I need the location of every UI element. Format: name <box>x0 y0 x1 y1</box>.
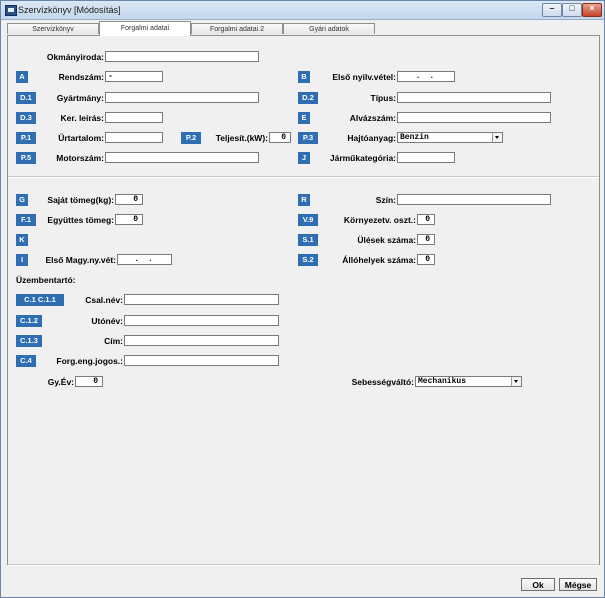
code-badge-v9: V.9 <box>298 214 318 226</box>
code-badge-b: B <box>298 71 310 83</box>
alvazszam-input[interactable] <box>397 112 551 123</box>
ulesek-input[interactable]: 0 <box>417 234 435 245</box>
code-badge-c13: C.1.3 <box>16 335 42 347</box>
section-divider <box>8 176 599 178</box>
code-badge-p5: P.5 <box>16 152 36 164</box>
title-bar[interactable]: Szervízkönyv [Módosítás] – □ × <box>1 1 604 20</box>
allohelyek-label: Állóhelyek száma: <box>342 255 416 265</box>
gy-ev-input[interactable]: 0 <box>75 376 103 387</box>
chevron-down-icon[interactable] <box>492 133 502 142</box>
code-badge-g: G <box>16 194 28 206</box>
forg-eng-input[interactable] <box>124 355 279 366</box>
code-badge-e: E <box>298 112 310 124</box>
code-badge-s1: S.1 <box>298 234 318 246</box>
motorszam-input[interactable] <box>105 152 259 163</box>
kornyezetv-input[interactable]: 0 <box>417 214 435 225</box>
ker-leiras-input[interactable] <box>105 112 163 123</box>
tab-forgalmi-adatai-2[interactable]: Forgalmi adatai 2 <box>191 23 283 34</box>
code-badge-r: R <box>298 194 310 206</box>
code-badge-c4: C.4 <box>16 355 36 367</box>
window-title: Szervízkönyv [Módosítás] <box>18 5 121 15</box>
utonev-input[interactable] <box>124 315 279 326</box>
elso-magy-label: Első Magy.ny.vét: <box>45 255 116 265</box>
utonev-label: Utónév: <box>91 316 123 326</box>
cancel-button[interactable]: Mégse <box>559 578 597 591</box>
hajtoanyag-value: Benzin <box>400 133 429 142</box>
rendszam-label: Rendszám: <box>58 72 104 82</box>
egyuttes-tomeg-label: Együttes tömeg: <box>47 215 114 225</box>
sajat-tomeg-label: Saját tömeg(kg): <box>47 195 114 205</box>
chevron-down-icon[interactable] <box>511 377 521 386</box>
sebessegvalto-select[interactable]: Mechanikus <box>415 376 522 387</box>
sajat-tomeg-input[interactable]: 0 <box>115 194 143 205</box>
code-badge-k: K <box>16 234 28 246</box>
motorszam-label: Motorszám: <box>56 153 104 163</box>
cim-label: Cím: <box>104 336 123 346</box>
close-icon: × <box>589 3 595 13</box>
code-badge-c12: C.1.2 <box>16 315 42 327</box>
code-badge-s2: S.2 <box>298 254 318 266</box>
teljesitmeny-label: Teljesít.(kW): <box>215 133 268 143</box>
tipus-input[interactable] <box>397 92 551 103</box>
ulesek-label: Ülések száma: <box>357 235 416 245</box>
kornyezetv-label: Környezetv. oszt.: <box>343 215 416 225</box>
app-icon <box>5 5 17 16</box>
alvazszam-label: Alvázszám: <box>349 113 396 123</box>
tab-forgalmi-adatai[interactable]: Forgalmi adatai <box>99 21 191 36</box>
jarmukategoria-label: Járműkategória: <box>329 153 396 163</box>
szin-label: Szín: <box>375 195 396 205</box>
urtartalom-input[interactable] <box>105 132 163 143</box>
csal-nev-input[interactable] <box>124 294 279 305</box>
minimize-button[interactable]: – <box>542 3 562 17</box>
code-badge-p1: P.1 <box>16 132 36 144</box>
tab-gyari-adatok[interactable]: Gyári adatok <box>283 23 375 34</box>
main-window: Szervízkönyv [Módosítás] – □ × Szervízkö… <box>0 0 605 598</box>
close-button[interactable]: × <box>582 3 602 17</box>
hajtoanyag-select[interactable]: Benzin <box>397 132 503 143</box>
elso-magy-input[interactable]: . . <box>117 254 172 265</box>
jarmukategoria-input[interactable] <box>397 152 455 163</box>
code-badge-d1: D.1 <box>16 92 36 104</box>
code-badge-i: I <box>16 254 28 266</box>
szin-input[interactable] <box>397 194 551 205</box>
cim-input[interactable] <box>124 335 279 346</box>
gyartmany-label: Gyártmány: <box>56 93 104 103</box>
gy-ev-label: Gy.Év: <box>47 377 74 387</box>
urtartalom-label: Űrtartalom: <box>58 133 104 143</box>
tab-panel: Okmányiroda: A Rendszám: - B Első nyilv.… <box>7 35 600 566</box>
maximize-button[interactable]: □ <box>562 3 582 17</box>
code-badge-c1: C.1 C.1.1 <box>16 294 64 306</box>
bottom-divider <box>8 564 599 566</box>
elso-nyilv-label: Első nyilv.vétel: <box>332 72 396 82</box>
tipus-label: Típus: <box>370 93 397 103</box>
ok-button[interactable]: Ok <box>521 578 555 591</box>
code-badge-d3: D.3 <box>16 112 36 124</box>
okmanyiroda-label: Okmányiroda: <box>46 52 104 62</box>
maximize-icon: □ <box>569 3 575 13</box>
hajtoanyag-label: Hajtóanyag: <box>347 133 396 143</box>
ker-leiras-label: Ker. leírás: <box>60 113 104 123</box>
minimize-icon: – <box>549 3 555 13</box>
forg-eng-label: Forg.eng.jogos.: <box>56 356 123 366</box>
okmanyiroda-input[interactable] <box>105 51 259 62</box>
sebessegvalto-label: Sebességváltó: <box>351 377 414 387</box>
uzembentarto-section-label: Üzembentartó: <box>16 275 76 285</box>
egyuttes-tomeg-input[interactable]: 0 <box>115 214 143 225</box>
elso-nyilv-input[interactable]: . . <box>397 71 455 82</box>
code-badge-f1: F.1 <box>16 214 36 226</box>
code-badge-p2: P.2 <box>181 132 201 144</box>
sebessegvalto-value: Mechanikus <box>418 377 467 386</box>
csal-nev-label: Csal.név: <box>85 295 123 305</box>
teljesitmeny-input[interactable]: 0 <box>269 132 291 143</box>
allohelyek-input[interactable]: 0 <box>417 254 435 265</box>
rendszam-input[interactable]: - <box>105 71 163 82</box>
tab-szervizkonyv[interactable]: Szervízkönyv <box>7 23 99 34</box>
code-badge-a: A <box>16 71 28 83</box>
code-badge-j: J <box>298 152 310 164</box>
gyartmany-input[interactable] <box>105 92 259 103</box>
